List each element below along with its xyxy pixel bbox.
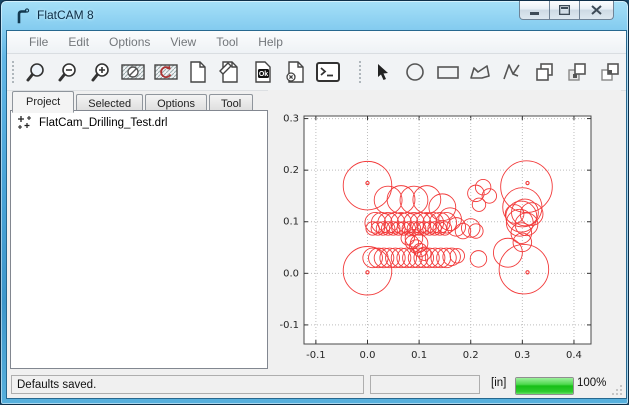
zoom-fit-button[interactable] [22,57,50,87]
progress-percent: 100% [577,377,606,389]
file-cancel-icon [285,61,305,83]
status-message-panel: Defaults saved. [11,375,364,394]
menu-bar: File Edit Options View Tool Help [7,31,626,54]
pointer-icon [373,62,393,82]
plot-canvas[interactable]: -0.1 0.0 0.1 0.2 0.3 0.4 -0.1 0.0 0.1 0.2 0.3 [268,90,621,372]
draw-path-button[interactable] [498,57,526,87]
replot-button[interactable] [151,57,179,87]
maximize-icon [559,5,570,15]
toolbar-grip-2[interactable] [358,60,362,84]
units-label: [in] [491,377,506,389]
open-file-icon [218,61,242,83]
circle-icon [404,61,426,83]
polygon-icon [468,62,492,82]
menu-edit[interactable]: Edit [58,33,99,51]
clear-plot-button[interactable] [119,57,147,87]
close-icon [591,5,602,15]
svg-text:0.4: 0.4 [566,350,582,361]
svg-text:0.3: 0.3 [283,114,299,125]
shell-icon [316,62,340,82]
geometry-move-button[interactable] [595,57,623,87]
svg-text:0.3: 0.3 [514,350,530,361]
draw-circle-button[interactable] [401,57,429,87]
zoom-fit-icon [25,61,47,83]
zoom-in-icon [90,61,112,83]
svg-text:0.2: 0.2 [463,350,479,361]
project-tree: FlatCam_Drilling_Test.drl [10,110,268,369]
client-area: File Edit Options View Tool Help [6,30,627,399]
svg-text:0.1: 0.1 [411,350,427,361]
progress-fill [516,378,573,394]
select-pointer-button[interactable] [369,57,397,87]
new-project-button[interactable] [184,57,212,87]
menu-tool[interactable]: Tool [206,33,248,51]
menu-file[interactable]: File [19,33,58,51]
zoom-out-icon [57,61,79,83]
window-title: FlatCAM 8 [37,8,94,22]
new-file-icon [188,61,208,83]
progress-bar [515,377,574,395]
tab-project[interactable]: Project [12,91,74,113]
zoom-out-button[interactable] [54,57,82,87]
shell-button[interactable] [313,57,341,87]
menu-options[interactable]: Options [99,33,160,51]
geometry-copy-button[interactable] [563,57,591,87]
geometry-union-button[interactable] [531,57,559,87]
status-message: Defaults saved. [17,379,96,391]
draw-rectangle-button[interactable] [433,57,461,87]
caption-button-group [519,1,614,20]
svg-text:0.0: 0.0 [283,268,299,279]
app-window: FlatCAM 8 File Edit Options View [0,0,629,405]
move-icon [599,61,621,83]
svg-text:-0.1: -0.1 [279,320,299,331]
clear-plot-icon [121,61,145,83]
svg-text:Ok: Ok [259,71,268,78]
svg-text:-0.1: -0.1 [306,350,326,361]
cancel-file-button[interactable] [281,57,309,87]
title-bar[interactable]: FlatCAM 8 [7,1,622,30]
minimize-button[interactable] [519,1,550,20]
resize-grip-icon[interactable] [612,384,623,395]
close-button[interactable] [580,1,614,20]
flatcam-logo-icon [14,7,31,24]
union-icon [534,61,556,83]
svg-text:0.1: 0.1 [283,217,299,228]
replot-icon [154,61,178,83]
svg-text:0.2: 0.2 [283,165,299,176]
rectangle-icon [436,62,460,82]
status-bar: Defaults saved. [in] 100% [7,372,626,398]
file-ok-icon: Ok [253,61,273,83]
menu-view[interactable]: View [160,33,206,51]
maximize-button[interactable] [550,1,580,20]
toolbar-grip[interactable] [11,60,15,84]
open-project-button[interactable] [216,57,244,87]
side-tab-bar: Project Selected Options Tool [12,91,255,111]
tree-item-drill-object[interactable]: FlatCam_Drilling_Test.drl [11,111,267,135]
copy-icon [566,61,588,83]
tool-bar: Ok [7,54,626,91]
status-extra-panel [370,375,480,394]
drill-object-icon [17,115,33,131]
plot-panel: -0.1 0.0 0.1 0.2 0.3 0.4 -0.1 0.0 0.1 0.2 0.3 [268,90,621,372]
tree-item-label: FlatCam_Drilling_Test.drl [39,117,167,129]
import-ok-button[interactable]: Ok [249,57,277,87]
polyline-icon [501,62,523,82]
svg-text:0.0: 0.0 [360,350,376,361]
zoom-in-button[interactable] [87,57,115,87]
menu-help[interactable]: Help [248,33,293,51]
minimize-icon [530,6,540,15]
draw-polygon-button[interactable] [466,57,494,87]
